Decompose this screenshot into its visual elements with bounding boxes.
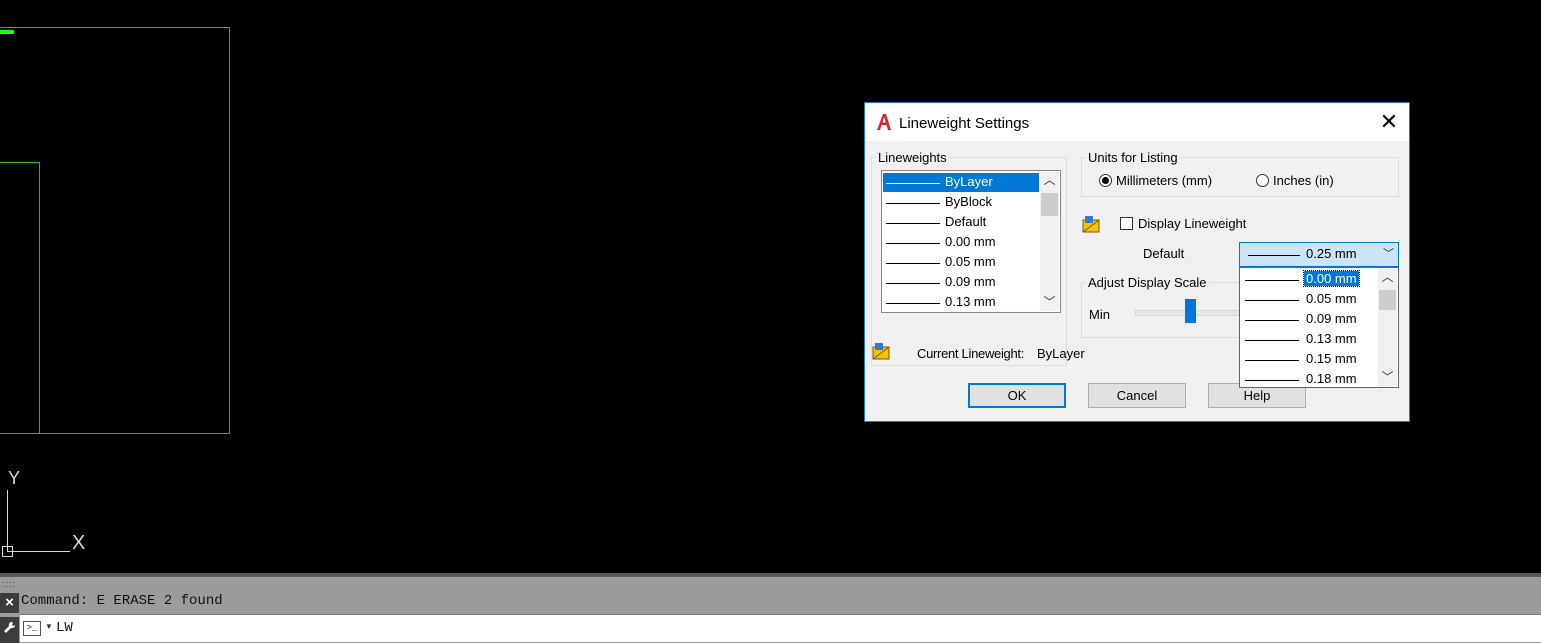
lineweight-swatch [886,203,940,204]
lineweights-scrollbar[interactable]: ︿ ﹀ [1040,172,1059,311]
list-item[interactable]: 0.09 mm [883,273,1039,292]
command-line-panel: :::: × Command: E ERASE 2 found >_ ▼ LW [0,573,1541,643]
list-item-label: ByBlock [945,194,992,209]
scroll-down-icon[interactable]: ﹀ [1378,369,1397,386]
command-line-grip[interactable]: :::: [2,579,16,589]
list-item-label: ByLayer [945,174,993,189]
dropdown-item-label: 0.00 mm [1303,270,1360,287]
cancel-button[interactable]: Cancel [1088,383,1186,408]
dropdown-item[interactable]: 0.05 mm [1241,290,1377,309]
lineweight-swatch [886,303,940,304]
list-item-label: 0.13 mm [945,294,996,309]
lineweight-swatch [886,223,940,224]
lineweight-display-icon [1082,215,1100,233]
list-item-label: Default [945,214,987,229]
list-item-label: 0.09 mm [945,274,996,289]
display-scale-legend: Adjust Display Scale [1086,275,1209,290]
inches-label[interactable]: Inches (in) [1273,173,1334,188]
lineweight-settings-dialog: Lineweight Settings ✕ Lineweights ByLaye… [864,102,1410,422]
autocad-app-icon [875,113,893,131]
lineweight-swatch [1245,300,1299,301]
ucs-y-axis [7,490,8,552]
list-item[interactable]: ByLayer [883,173,1039,192]
ucs-x-axis [7,551,70,552]
dropdown-item[interactable]: 0.15 mm [1241,350,1377,369]
list-item-label: 0.00 mm [945,234,996,249]
command-input[interactable]: >_ ▼ LW [20,614,1541,642]
millimeters-radio[interactable] [1099,174,1112,187]
ucs-origin-box [2,546,13,557]
dropdown-item-label: 0.09 mm [1306,311,1357,326]
lineweight-swatch [1245,280,1299,281]
millimeters-label[interactable]: Millimeters (mm) [1116,173,1212,188]
lineweight-swatch [1245,380,1299,381]
lineweight-swatch [886,263,940,264]
default-lineweight-dropdown[interactable]: 0.00 mm 0.05 mm 0.09 mm 0.13 mm 0.15 mm … [1239,267,1399,388]
default-value: 0.25 mm [1306,246,1357,261]
default-lineweight-combo[interactable]: 0.25 mm ﹀ [1239,242,1399,267]
chevron-down-icon[interactable]: ﹀ [1383,245,1394,261]
scroll-thumb[interactable] [1041,193,1058,216]
lineweight-swatch [1245,340,1299,341]
default-label: Default [1143,246,1185,261]
dialog-title: Lineweight Settings [899,115,1030,132]
list-item[interactable]: ByBlock [883,193,1039,212]
lineweight-swatch [1248,255,1300,256]
dropdown-item-label: 0.05 mm [1306,291,1357,306]
lineweight-swatch [886,243,940,244]
list-item[interactable]: 0.05 mm [883,253,1039,272]
dropdown-item[interactable]: 0.13 mm [1241,330,1377,349]
dropdown-item[interactable]: 0.00 mm [1241,270,1377,289]
display-lineweight-checkbox[interactable] [1120,217,1133,230]
list-item[interactable]: 0.13 mm [883,293,1039,312]
lineweight-swatch [886,183,940,184]
dropdown-item-label: 0.13 mm [1306,331,1357,346]
current-lineweight-icon [872,342,890,360]
list-item-label: 0.05 mm [945,254,996,269]
current-lineweight-label: Current Lineweight: [917,346,1025,361]
lineweights-list[interactable]: ByLayer ByBlock Default 0.00 mm 0.05 mm … [881,170,1061,313]
scroll-up-icon[interactable]: ︿ [1378,269,1397,286]
lineweight-swatch [1245,320,1299,321]
scale-min-label: Min [1089,307,1110,322]
lineweight-swatch [1245,360,1299,361]
scroll-up-icon[interactable]: ︿ [1040,172,1059,189]
ok-button[interactable]: OK [968,383,1066,408]
selection-grip[interactable] [0,30,14,34]
dropdown-item[interactable]: 0.09 mm [1241,310,1377,329]
command-prompt-icon[interactable]: >_ [23,621,41,636]
command-line-close-button[interactable]: × [0,593,19,613]
dropdown-scrollbar[interactable]: ︿ ﹀ [1378,269,1397,386]
rectangle-inner[interactable] [0,162,40,434]
chevron-down-icon[interactable]: ▼ [45,622,53,631]
display-lineweight-label[interactable]: Display Lineweight [1138,216,1246,231]
dialog-close-button[interactable]: ✕ [1369,111,1409,135]
command-line-border [0,573,1541,577]
list-item[interactable]: 0.00 mm [883,233,1039,252]
lineweight-swatch [886,283,940,284]
list-item[interactable]: Default [883,213,1039,232]
slider-thumb[interactable] [1185,299,1196,323]
ucs-y-label: Y [8,468,21,488]
scroll-thumb[interactable] [1379,290,1396,310]
dropdown-item[interactable]: 0.18 mm [1241,370,1377,387]
command-history-text: Command: E ERASE 2 found [21,593,223,609]
command-input-text[interactable]: LW [56,620,73,636]
dialog-titlebar[interactable]: Lineweight Settings ✕ [865,103,1409,141]
dropdown-item-label: 0.18 mm [1306,371,1357,386]
current-lineweight-value: ByLayer [1037,346,1085,361]
dropdown-item-label: 0.15 mm [1306,351,1357,366]
units-legend: Units for Listing [1086,150,1180,165]
inches-radio[interactable] [1256,174,1269,187]
customize-wrench-icon[interactable] [0,617,19,643]
lineweights-legend: Lineweights [876,150,949,165]
scroll-down-icon[interactable]: ﹀ [1040,294,1059,311]
ucs-x-label: X [72,532,86,554]
